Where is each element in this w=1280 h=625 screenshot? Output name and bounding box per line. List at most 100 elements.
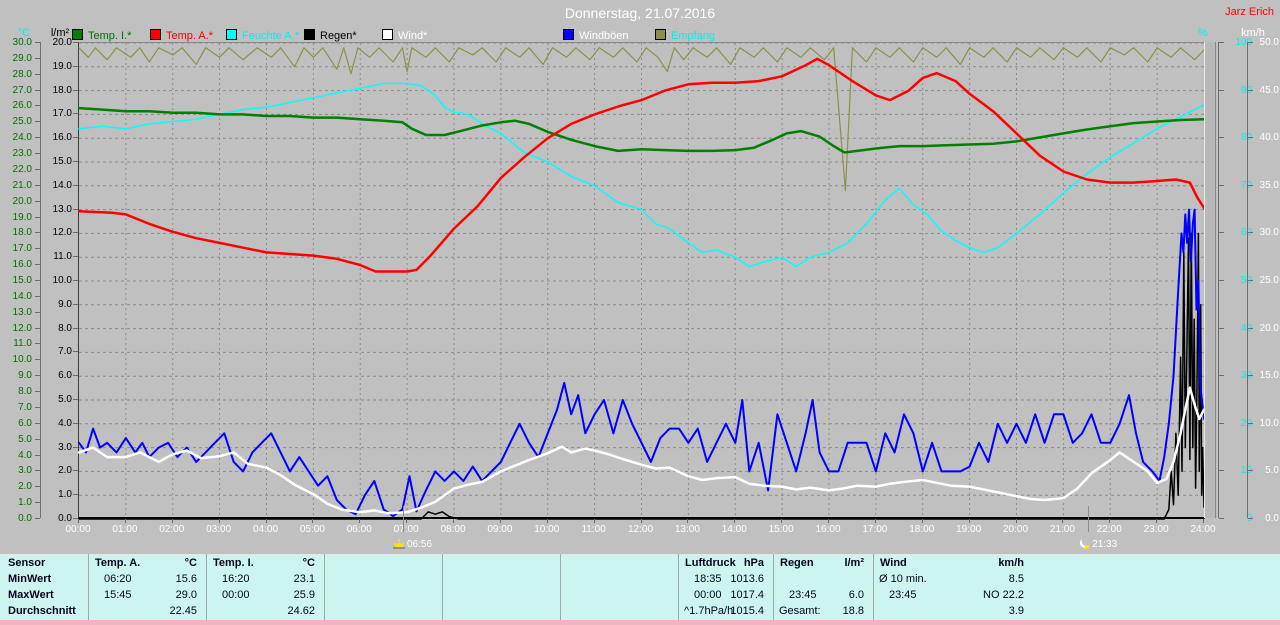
wind-axis-label: 50.0	[1259, 37, 1279, 48]
temp-axis-tick	[35, 391, 40, 393]
x-tick	[499, 519, 501, 523]
table-divider	[88, 554, 89, 620]
x-tick-label: 06:00	[346, 524, 372, 535]
legend-swatch-3	[226, 29, 237, 40]
table-cell-value: 25.9	[293, 589, 315, 601]
table-cell-value: 24.62	[287, 605, 315, 617]
right-inset-bar	[1204, 42, 1216, 518]
weather-app-window: { "window": { "title": "Donnerstag, 21.0…	[0, 0, 1280, 625]
temp-axis-label: 23.0	[12, 148, 32, 160]
rain-axis-tick	[73, 303, 78, 305]
x-tick-label: 19:00	[956, 524, 982, 535]
temp-axis-label: 6.0	[18, 417, 32, 429]
rain-axis-tick	[73, 446, 78, 448]
x-tick	[265, 519, 267, 523]
temp-axis-label: 27.0	[12, 84, 32, 96]
temp-axis-label: 14.0	[12, 290, 32, 302]
x-tick-label: 13:00	[674, 524, 700, 535]
table-row-label: MaxWert	[8, 589, 54, 601]
table-divider	[442, 554, 443, 620]
stats-table: Sensor MinWert MaxWert Durchschnitt Temp. A.…	[0, 554, 1280, 621]
temp-axis-label: 2.0	[18, 481, 32, 493]
wind-axis-label: 10.0	[1259, 417, 1279, 429]
table-cell-value: 1017.4	[730, 589, 764, 601]
temp-axis-tick	[35, 121, 40, 123]
humidity-axis-tick	[1219, 280, 1224, 281]
legend-item-2: Temp. A.*	[150, 29, 213, 42]
temp-axis-label: 20.0	[12, 195, 32, 207]
table-cell-value: 3.9	[1008, 605, 1024, 617]
x-tick-label: 17:00	[862, 524, 888, 535]
temp-axis-tick	[35, 200, 40, 202]
table-col-unit: hPa	[743, 557, 764, 569]
table-row-label: MinWert	[8, 573, 52, 585]
temp-axis-label: 10.0	[12, 354, 32, 366]
temp-axis-label: 26.0	[12, 100, 32, 112]
sunset-marker-line	[1088, 506, 1090, 532]
temp-axis-tick	[35, 73, 40, 75]
table-col-unit: km/h	[998, 557, 1024, 569]
plot-area	[77, 42, 1206, 520]
rain-axis-tick	[73, 351, 78, 353]
temp-axis-tick	[35, 502, 40, 504]
legend-label-5: Wind*	[398, 30, 428, 42]
wind-axis-label: 45.0	[1259, 84, 1279, 96]
x-tick	[1109, 519, 1111, 523]
x-tick	[734, 519, 736, 523]
sunrise-marker-line	[402, 506, 404, 532]
rain-axis-tick	[73, 65, 78, 67]
rain-axis-tick	[73, 208, 78, 210]
temp-axis-label: 7.0	[18, 401, 32, 413]
x-tick-label: 02:00	[159, 524, 185, 535]
x-tick	[874, 519, 876, 523]
rain-axis-tick	[73, 184, 78, 186]
page-title: Donnerstag, 21.07.2016	[564, 5, 716, 21]
x-tick	[78, 519, 79, 523]
temp-axis-label: 25.0	[12, 116, 32, 128]
rain-axis-tick	[73, 232, 78, 234]
rain-axis-label: 17.0	[52, 108, 72, 120]
temp-axis-label: 28.0	[12, 68, 32, 80]
series-windb-en	[78, 208, 1205, 518]
legend-label-1: Temp. I.*	[88, 30, 132, 42]
table-col-unit: °C	[184, 557, 197, 569]
x-tick-label: 14:00	[721, 524, 747, 535]
temp-axis-label: 12.0	[12, 322, 32, 334]
rain-axis-label: 19.0	[52, 60, 72, 72]
x-tick-label: 00:00	[65, 524, 91, 535]
legend-item-6: Windböen	[563, 29, 629, 42]
x-tick-label: 08:00	[440, 524, 466, 535]
temp-axis-label: 5.0	[18, 433, 32, 445]
table-cell-value: 1015.4	[730, 605, 764, 617]
wind-axis-tick	[1248, 42, 1253, 43]
x-tick-label: 07:00	[393, 524, 419, 535]
wind-axis-tick	[1248, 137, 1253, 139]
x-tick	[781, 519, 783, 523]
legend-swatch-7	[655, 29, 666, 40]
x-tick	[1015, 519, 1017, 523]
rain-axis-label: 9.0	[58, 298, 72, 310]
wind-axis-label: 30.0	[1259, 227, 1279, 239]
legend-swatch-1	[72, 29, 83, 40]
temp-axis-label: 22.0	[12, 163, 32, 175]
wind-axis-label: 5.0	[1265, 465, 1279, 477]
chart-canvas	[77, 42, 1206, 520]
legend-item-7: Empfang	[655, 29, 715, 42]
x-tick-label: 21:00	[1049, 524, 1075, 535]
table-divider	[873, 554, 874, 620]
table-divider	[206, 554, 207, 620]
table-cell-value: NO 22.2	[983, 589, 1024, 601]
x-tick	[312, 519, 314, 523]
rain-axis-tick	[73, 161, 78, 162]
rain-axis-tick	[73, 399, 78, 400]
legend-swatch-6	[563, 29, 574, 40]
legend-swatch-2	[150, 29, 161, 40]
sunset-time-label: 21:33	[1092, 539, 1118, 550]
wind-axis-tick	[1248, 280, 1253, 281]
temp-axis-tick	[35, 57, 40, 59]
rain-axis-tick	[73, 470, 78, 472]
wind-axis-tick	[1248, 470, 1253, 472]
temp-axis-tick	[35, 295, 40, 297]
rain-axis-tick	[73, 137, 78, 139]
wind-axis-label: 15.0	[1259, 370, 1279, 382]
